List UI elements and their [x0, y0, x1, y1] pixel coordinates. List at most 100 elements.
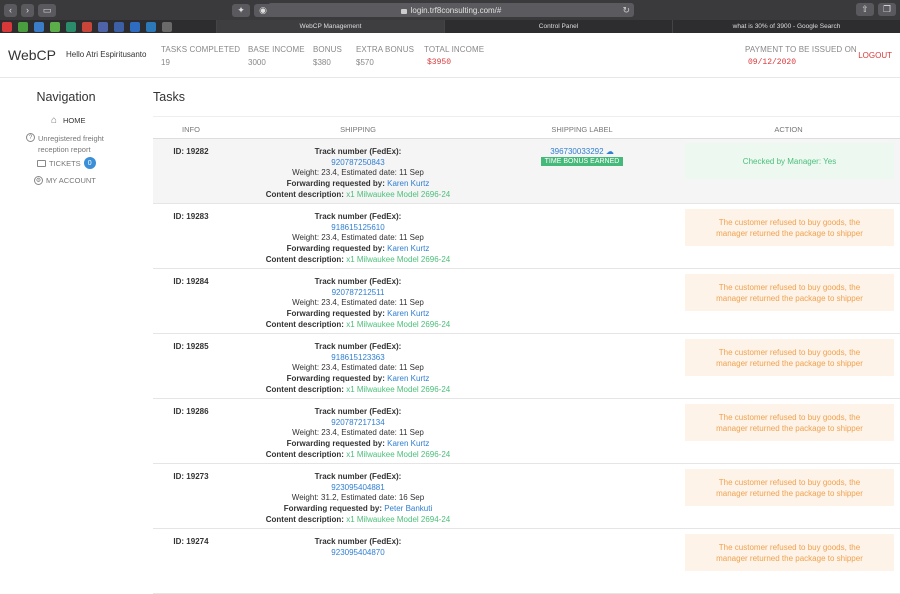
- bookmark-icon[interactable]: [146, 21, 156, 32]
- home-icon: ⌂: [50, 115, 58, 126]
- tab-webcp-management[interactable]: WebCP Management: [216, 20, 444, 33]
- tab-strip: WebCP Management Control Panel what is 3…: [216, 20, 900, 33]
- forward-label: Forwarding requested by:: [286, 179, 385, 189]
- sidebar-item-unregistered-report[interactable]: ? Unregistered freight reception report: [26, 133, 132, 155]
- stat-extra-bonus: EXTRA BONUS $570: [356, 45, 414, 67]
- back-icon[interactable]: ‹: [4, 3, 17, 17]
- bookmark-icon[interactable]: [50, 21, 60, 32]
- content-description: x1 Milwaukee Model 2696-24: [346, 254, 451, 264]
- action-status: The customer refused to buy goods, the ma…: [685, 534, 894, 571]
- table-row: ID: 19273 Track number (FedEx): 9230954048…: [153, 464, 900, 529]
- tab-google-search[interactable]: what is 30% of 3900 - Google Search: [672, 20, 900, 33]
- bookmark-icon[interactable]: [130, 21, 140, 32]
- track-number-link[interactable]: 918615123363: [331, 353, 384, 362]
- track-number-link[interactable]: 920787250843: [331, 158, 384, 167]
- requester-link[interactable]: Karen Kurtz: [387, 179, 429, 188]
- task-id: ID: 19273: [173, 472, 209, 481]
- track-number-link[interactable]: 923095404881: [331, 483, 384, 492]
- sidebar-item-my-account[interactable]: ⚙ MY ACCOUNT: [34, 176, 132, 185]
- table-row: ID: 19282 Track number (FedEx): 9207872508…: [153, 139, 900, 204]
- navigation-title: Navigation: [36, 90, 96, 104]
- table-row: ID: 19284 Track number (FedEx): 9207872125…: [153, 269, 900, 334]
- action-text: The customer refused to buy goods, the: [718, 477, 861, 487]
- reload-icon[interactable]: ↻: [622, 5, 630, 16]
- column-header-action: ACTION: [774, 125, 803, 134]
- bookmark-icon[interactable]: [18, 21, 28, 32]
- action-status: Checked by Manager: Yes: [685, 143, 894, 179]
- action-text: The customer refused to buy goods, the: [718, 282, 861, 292]
- sidebar-item-label: Unregistered freight reception report: [38, 133, 104, 155]
- shipping-label-cell: [487, 407, 677, 463]
- task-id: ID: 19285: [173, 342, 209, 351]
- column-header-info: INFO: [182, 125, 200, 134]
- sidebar-item-label: TICKETS: [49, 158, 81, 168]
- logout-link[interactable]: LOGOUT: [858, 51, 892, 60]
- table-row: ID: 19286 Track number (FedEx): 9207872171…: [153, 399, 900, 464]
- action-text: Checked by Manager: Yes: [742, 156, 837, 166]
- action-cell: The customer refused to buy goods, the ma…: [677, 274, 900, 333]
- tabs-overview-icon[interactable]: ❐: [878, 3, 896, 16]
- bookmark-icon[interactable]: [98, 21, 108, 32]
- stat-label: BASE INCOME: [248, 45, 305, 54]
- shipping-label-cell: [487, 212, 677, 268]
- action-status: The customer refused to buy goods, the ma…: [685, 404, 894, 441]
- shipping-label-cell: [487, 342, 677, 398]
- sidebar-item-label: HOME: [63, 116, 86, 125]
- payment-value: 09/12/2020: [748, 58, 797, 67]
- time-bonus-badge: TIME BONUS EARNED: [540, 157, 624, 166]
- shipping-label-cell: [487, 537, 677, 593]
- action-status: The customer refused to buy goods, the ma…: [685, 209, 894, 246]
- forward-icon[interactable]: ›: [21, 3, 34, 17]
- cloud-download-icon[interactable]: ☁: [606, 147, 614, 156]
- forward-label: Forwarding requested by:: [286, 309, 385, 319]
- shipping-cell: Track number (FedEx): 918615125610 Weight:…: [229, 212, 487, 268]
- action-text: The customer refused to buy goods, the: [718, 347, 861, 357]
- task-id: ID: 19286: [173, 407, 209, 416]
- weight-date: Weight: 23.4, Estimated date: 11 Sep: [292, 298, 424, 308]
- forward-label: Forwarding requested by:: [283, 504, 382, 514]
- track-number-link[interactable]: 918615125610: [331, 223, 384, 232]
- bookmark-icon[interactable]: [66, 21, 76, 32]
- weight-date: Weight: 23.4, Estimated date: 11 Sep: [292, 363, 424, 373]
- track-number-link[interactable]: 920787217134: [331, 418, 384, 427]
- bookmark-icon[interactable]: [162, 21, 172, 32]
- page-title: Tasks: [153, 90, 185, 104]
- stat-total-income: TOTAL INCOME $3950: [424, 45, 484, 67]
- content-label: Content description:: [265, 319, 344, 329]
- requester-link[interactable]: Karen Kurtz: [387, 244, 429, 253]
- table-header: INFO SHIPPING SHIPPING LABEL ACTION: [153, 117, 900, 139]
- sidebar-toggle-icon[interactable]: ▭: [38, 3, 56, 17]
- action-status: The customer refused to buy goods, the ma…: [685, 469, 894, 506]
- requester-link[interactable]: Peter Bankuti: [384, 504, 432, 513]
- content-description: x1 Milwaukee Model 2696-24: [346, 319, 451, 329]
- content-description: x1 Milwaukee Model 2696-24: [346, 189, 451, 199]
- track-number-link[interactable]: 920787212511: [332, 288, 385, 297]
- bookmark-icon[interactable]: [2, 21, 12, 32]
- weight-date: Weight: 23.4, Estimated date: 11 Sep: [292, 233, 424, 243]
- sidebar-item-home[interactable]: ⌂ HOME: [48, 115, 132, 126]
- requester-link[interactable]: Karen Kurtz: [387, 309, 429, 318]
- extension-icon[interactable]: ✦: [232, 3, 250, 17]
- shipping-label-link[interactable]: 396730033292: [550, 147, 603, 156]
- action-text-line-2: manager returned the package to shipper: [716, 293, 863, 303]
- track-label: Track number (FedEx):: [314, 407, 402, 416]
- stat-value: $570: [356, 58, 374, 67]
- bookmark-icon[interactable]: [82, 21, 92, 32]
- stat-label: TOTAL INCOME: [424, 45, 485, 54]
- tab-control-panel[interactable]: Control Panel: [444, 20, 672, 33]
- track-number-link[interactable]: 923095404870: [331, 548, 384, 557]
- bookmark-icon[interactable]: [34, 21, 44, 32]
- action-cell: Checked by Manager: Yes: [677, 143, 900, 203]
- payment-label: PAYMENT TO BE ISSUED ON: [745, 45, 857, 54]
- bookmark-icon[interactable]: [114, 21, 124, 32]
- shipping-cell: Track number (FedEx): 918615123363 Weight:…: [229, 342, 487, 398]
- action-text-line-2: manager returned the package to shipper: [716, 228, 863, 238]
- shipping-label-cell: 396730033292 ☁ TIME BONUS EARNED: [487, 147, 677, 203]
- logo[interactable]: WebCP: [8, 47, 56, 63]
- requester-link[interactable]: Karen Kurtz: [387, 374, 429, 383]
- share-icon[interactable]: ⇧: [856, 3, 874, 16]
- address-bar[interactable]: login.trf8consulting.com/# ↻: [268, 3, 634, 17]
- requester-link[interactable]: Karen Kurtz: [387, 439, 429, 448]
- sidebar-item-tickets[interactable]: TICKETS 0: [37, 157, 132, 169]
- action-cell: The customer refused to buy goods, the ma…: [677, 209, 900, 268]
